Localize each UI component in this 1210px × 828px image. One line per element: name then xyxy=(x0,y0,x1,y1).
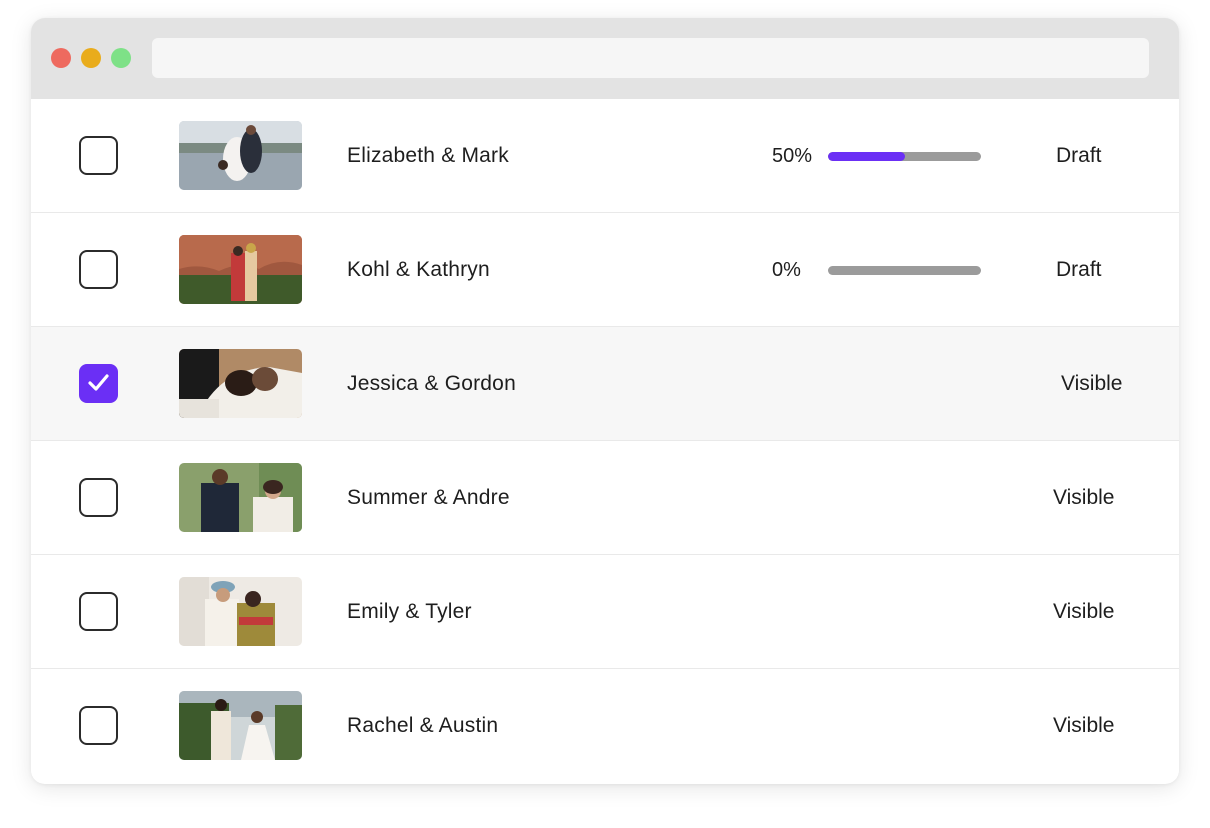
gallery-name: Summer & Andre xyxy=(347,486,510,509)
couple-photo-icon xyxy=(179,463,302,532)
status-label: Draft xyxy=(1056,258,1102,281)
minimize-window-button[interactable] xyxy=(81,48,101,68)
progress-label: 50% xyxy=(772,145,813,167)
row-checkbox[interactable] xyxy=(79,136,118,175)
gallery-thumbnail[interactable] xyxy=(179,349,302,418)
browser-window: Elizabeth & Mark 50% Draft Kohl & Kathry… xyxy=(31,18,1179,784)
row-checkbox[interactable] xyxy=(79,592,118,631)
couple-photo-icon xyxy=(179,121,302,190)
close-window-button[interactable] xyxy=(51,48,71,68)
gallery-row[interactable]: Elizabeth & Mark 50% Draft xyxy=(31,99,1179,213)
gallery-name: Elizabeth & Mark xyxy=(347,144,509,167)
couple-photo-icon xyxy=(179,577,302,646)
progress-bar xyxy=(828,152,981,161)
status-label: Draft xyxy=(1056,144,1102,167)
couple-photo-icon xyxy=(179,349,302,418)
gallery-thumbnail[interactable] xyxy=(179,577,302,646)
gallery-row[interactable]: Summer & Andre Visible xyxy=(31,441,1179,555)
couple-photo-icon xyxy=(179,691,302,760)
gallery-list: Elizabeth & Mark 50% Draft Kohl & Kathry… xyxy=(31,99,1179,783)
checkmark-icon xyxy=(88,374,109,391)
gallery-thumbnail[interactable] xyxy=(179,121,302,190)
browser-titlebar xyxy=(31,18,1179,99)
gallery-name: Jessica & Gordon xyxy=(347,372,516,395)
status-label: Visible xyxy=(1061,372,1123,395)
row-checkbox[interactable] xyxy=(79,364,118,403)
gallery-row[interactable]: Emily & Tyler Visible xyxy=(31,555,1179,669)
row-checkbox[interactable] xyxy=(79,478,118,517)
gallery-row[interactable]: Rachel & Austin Visible xyxy=(31,669,1179,783)
gallery-name: Emily & Tyler xyxy=(347,600,472,623)
row-checkbox[interactable] xyxy=(79,250,118,289)
row-checkbox[interactable] xyxy=(79,706,118,745)
gallery-thumbnail[interactable] xyxy=(179,691,302,760)
gallery-name: Rachel & Austin xyxy=(347,714,499,737)
gallery-thumbnail[interactable] xyxy=(179,235,302,304)
status-label: Visible xyxy=(1053,486,1115,509)
couple-photo-icon xyxy=(179,235,302,304)
progress-fill xyxy=(828,152,905,161)
progress-bar xyxy=(828,266,981,275)
maximize-window-button[interactable] xyxy=(111,48,131,68)
status-label: Visible xyxy=(1053,714,1115,737)
gallery-thumbnail[interactable] xyxy=(179,463,302,532)
status-label: Visible xyxy=(1053,600,1115,623)
gallery-row[interactable]: Kohl & Kathryn 0% Draft xyxy=(31,213,1179,327)
address-bar[interactable] xyxy=(152,38,1149,78)
progress-label: 0% xyxy=(772,259,801,281)
gallery-row[interactable]: Jessica & Gordon Visible xyxy=(31,327,1179,441)
gallery-name: Kohl & Kathryn xyxy=(347,258,490,281)
